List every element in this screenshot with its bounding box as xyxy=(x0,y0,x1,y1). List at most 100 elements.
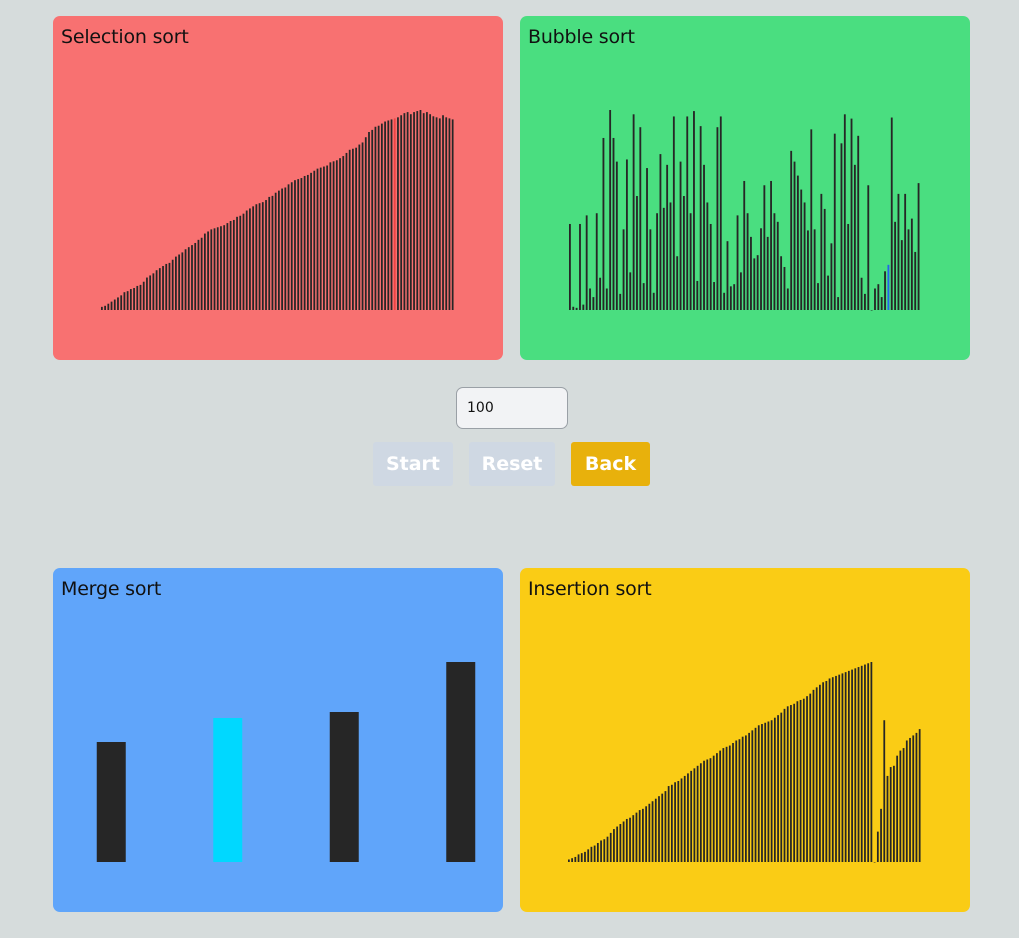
selection-bar xyxy=(406,112,409,310)
insertion-bar xyxy=(828,678,831,862)
insertion-bar xyxy=(661,793,664,862)
bubble-bar xyxy=(840,143,843,310)
insertion-bar xyxy=(645,806,648,862)
insertion-bar xyxy=(851,669,853,862)
selection-bar xyxy=(187,247,190,310)
selection-bar xyxy=(278,190,280,310)
insertion-bar xyxy=(783,708,786,862)
bubble-bar xyxy=(914,251,917,310)
insertion-bar xyxy=(606,836,609,862)
bubble-bar xyxy=(589,288,591,310)
selection-bar xyxy=(393,118,396,310)
bubble-bar xyxy=(810,129,813,310)
selection-bar xyxy=(323,166,325,310)
selection-bar xyxy=(271,195,274,310)
selection-bar xyxy=(429,114,432,310)
insertion-bar xyxy=(741,736,744,862)
bubble-bar xyxy=(642,283,645,310)
insertion-bar xyxy=(880,808,882,862)
insertion-bar xyxy=(712,755,715,862)
selection-bar xyxy=(432,116,435,310)
merge-bar xyxy=(329,712,359,862)
bubble-bar xyxy=(676,256,679,310)
selection-bar xyxy=(129,289,132,310)
bubble-bar xyxy=(609,110,612,310)
insertion-bar xyxy=(867,663,870,862)
insertion-sort-panel: Insertion sort xyxy=(520,568,970,912)
insertion-bar xyxy=(790,705,792,862)
selection-bar xyxy=(345,152,348,310)
insertion-bar xyxy=(722,748,725,862)
bubble-bar xyxy=(776,221,779,310)
selection-bar xyxy=(281,188,283,310)
bubble-bar xyxy=(753,258,756,310)
bubble-bar xyxy=(703,164,705,310)
insertion-bar xyxy=(854,668,857,862)
insertion-bar xyxy=(699,763,702,862)
start-button[interactable]: Start xyxy=(373,442,453,486)
selection-bar xyxy=(445,117,448,310)
bubble-bar xyxy=(847,223,850,310)
bubble-bar xyxy=(662,207,665,310)
insertion-bar xyxy=(751,730,754,862)
insertion-bar xyxy=(822,682,825,862)
bubble-bar xyxy=(666,164,669,310)
selection-bar xyxy=(339,158,341,310)
selection-bar xyxy=(258,203,261,310)
insertion-bar xyxy=(622,821,625,862)
bubble-bar xyxy=(726,241,729,310)
insertion-bar xyxy=(806,696,808,862)
selection-bar xyxy=(165,263,168,310)
selection-bar xyxy=(236,216,238,310)
insertion-bar xyxy=(748,732,750,862)
selection-bar xyxy=(171,259,174,310)
insertion-bar xyxy=(764,722,767,862)
selection-bar xyxy=(168,262,171,310)
selection-bar xyxy=(252,206,255,310)
selection-bar xyxy=(390,119,393,310)
selection-bar xyxy=(319,167,322,310)
insertion-bar xyxy=(577,854,580,862)
bubble-bar xyxy=(756,255,759,310)
insertion-bar xyxy=(773,717,776,862)
array-size-input[interactable] xyxy=(456,387,568,429)
insertion-bar xyxy=(870,662,873,862)
insertion-bar xyxy=(909,737,911,862)
bubble-bar xyxy=(649,229,652,310)
selection-bar xyxy=(448,118,451,310)
bubble-bar xyxy=(599,277,602,310)
selection-bar xyxy=(374,126,377,310)
insertion-bar xyxy=(912,735,915,862)
selection-bar xyxy=(194,242,197,310)
insertion-bar xyxy=(690,770,693,862)
selection-bar xyxy=(104,305,106,310)
back-button[interactable]: Back xyxy=(571,442,650,486)
insertion-bar xyxy=(642,808,644,862)
bubble-bar xyxy=(579,223,581,310)
selection-bar xyxy=(426,112,428,310)
bubble-bar xyxy=(850,118,853,310)
bubble-bar xyxy=(716,127,719,310)
bubble-bar xyxy=(783,266,786,310)
bubble-bar xyxy=(880,297,883,310)
insertion-bar xyxy=(905,740,908,862)
bubble-bar xyxy=(736,215,739,310)
bubble-bar xyxy=(669,202,672,310)
insertion-bar xyxy=(696,765,699,862)
insertion-bar xyxy=(796,701,799,862)
bubble-bar xyxy=(780,256,783,310)
bubble-bar xyxy=(884,271,886,310)
selection-bar xyxy=(348,149,351,310)
insertion-bar xyxy=(761,724,763,862)
reset-button[interactable]: Reset xyxy=(469,442,555,486)
selection-bar xyxy=(242,213,245,310)
insertion-bar xyxy=(815,687,818,862)
selection-bar xyxy=(136,285,139,310)
bubble-bar xyxy=(807,230,809,310)
bubble-bar xyxy=(853,164,856,310)
selection-bar xyxy=(101,306,103,310)
bubble-bar xyxy=(622,229,625,310)
selection-bar xyxy=(352,148,354,310)
insertion-bar xyxy=(571,858,573,862)
bubble-bar xyxy=(773,213,776,310)
